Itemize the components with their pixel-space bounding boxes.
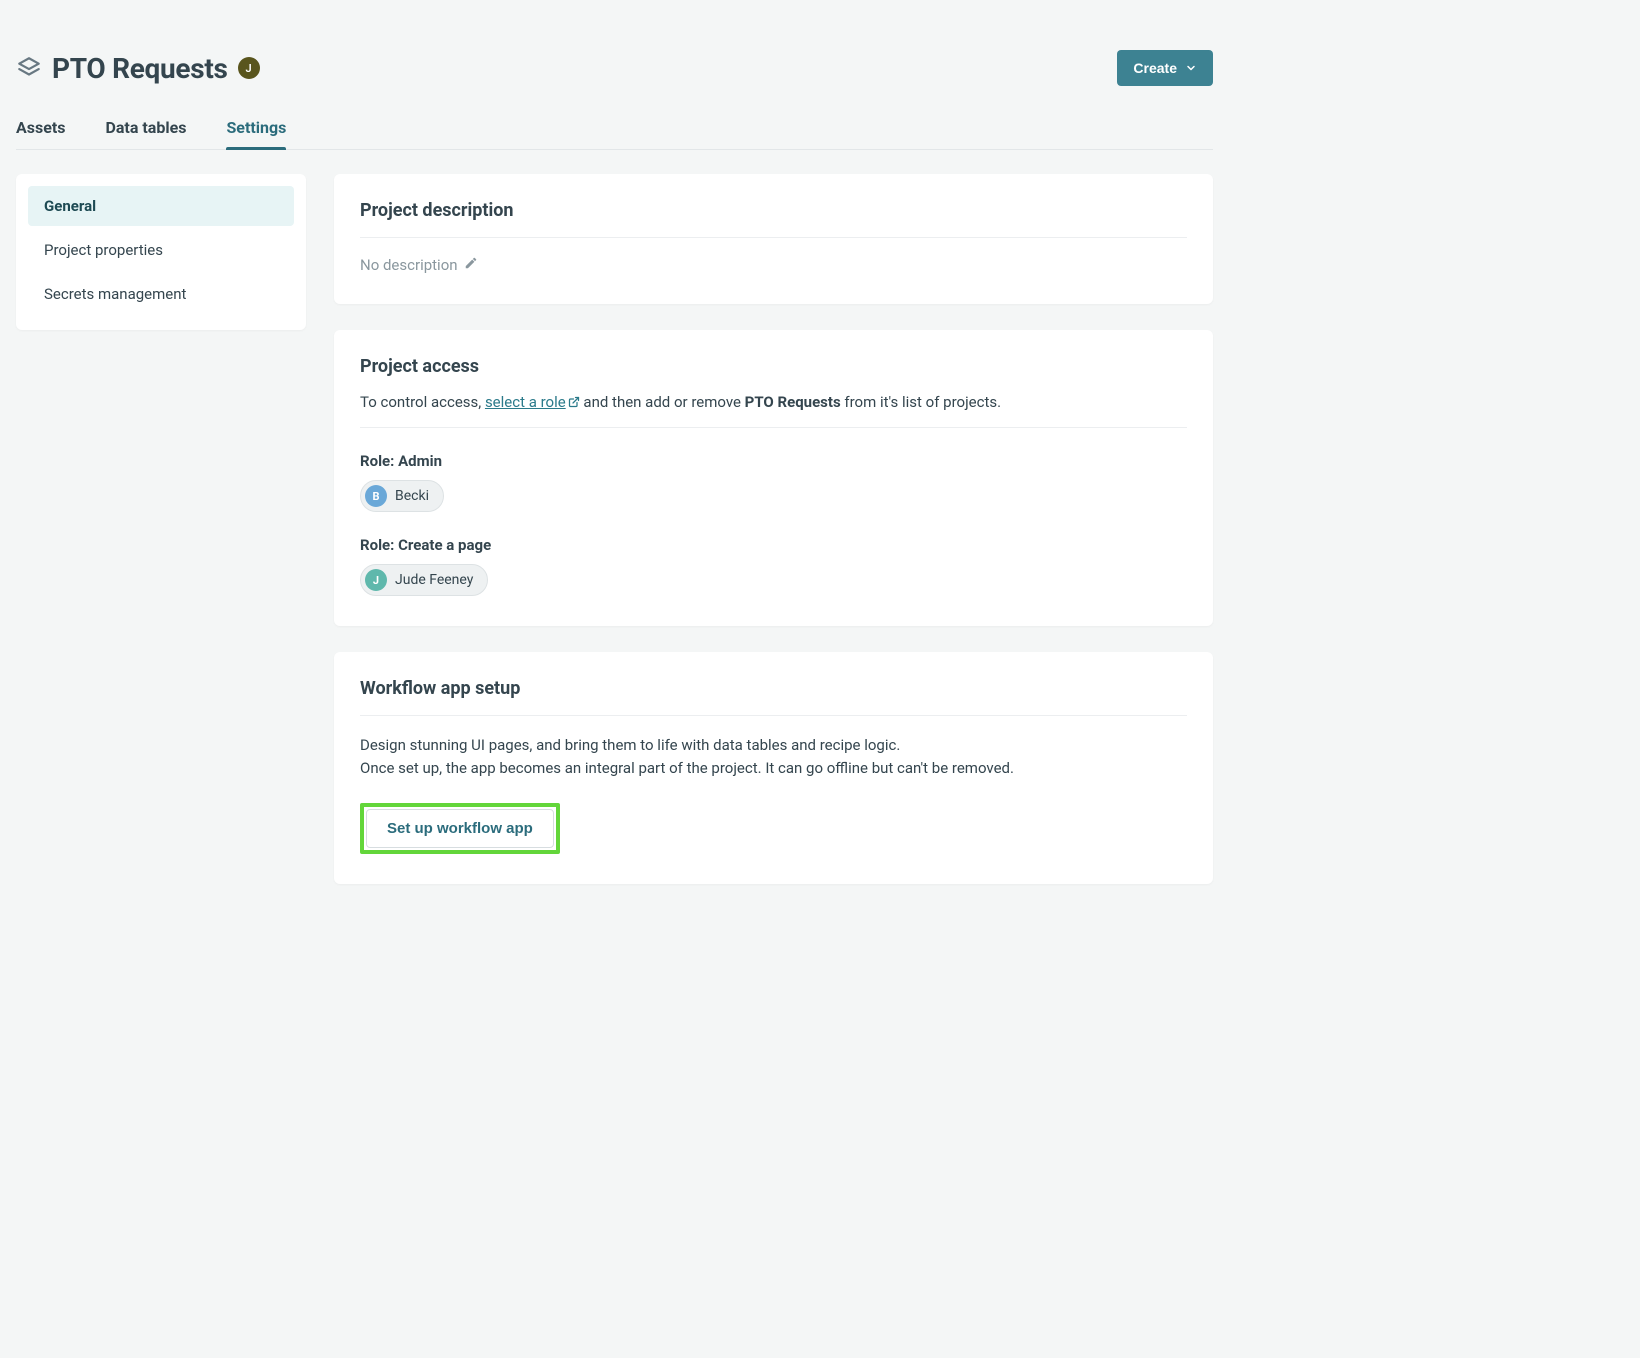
sidebar-item-secrets-management[interactable]: Secrets management [28,274,294,314]
tab-assets[interactable]: Assets [16,110,65,149]
role-title-admin: Role: Admin [360,452,1187,470]
avatar: J [365,569,387,591]
create-button-label: Create [1133,60,1177,76]
create-button[interactable]: Create [1117,50,1213,86]
workflow-app-card: Workflow app setup Design stunning UI pa… [334,652,1213,884]
setup-workflow-app-button[interactable]: Set up workflow app [366,809,554,848]
sidebar-item-project-properties[interactable]: Project properties [28,230,294,270]
user-chip[interactable]: J Jude Feeney [360,564,488,596]
empty-description-text: No description [360,256,458,274]
avatar: B [365,485,387,507]
highlight-frame: Set up workflow app [360,803,560,854]
user-name: Jude Feeney [395,572,473,588]
tab-data-tables[interactable]: Data tables [105,110,186,149]
tabs: Assets Data tables Settings [16,110,1213,150]
owner-avatar: J [238,57,260,79]
layers-icon [16,55,42,81]
access-description: To control access, select a role and the… [360,393,1187,411]
user-name: Becki [395,488,429,504]
user-chip[interactable]: B Becki [360,480,444,512]
tab-settings[interactable]: Settings [226,110,286,149]
chevron-down-icon [1185,62,1197,74]
card-heading: Workflow app setup [360,678,1187,715]
external-link-icon [568,396,580,408]
page-header: PTO Requests J Create [16,50,1213,110]
card-heading: Project access [360,356,1187,393]
select-role-link[interactable]: select a role [485,393,580,411]
card-heading: Project description [360,200,1187,237]
role-title-create-page: Role: Create a page [360,536,1187,554]
sidebar-item-general[interactable]: General [28,186,294,226]
workflow-description: Design stunning UI pages, and bring them… [360,734,1187,779]
page-title: PTO Requests [52,52,228,85]
project-description-card: Project description No description [334,174,1213,304]
pencil-icon[interactable] [464,256,478,274]
project-access-card: Project access To control access, select… [334,330,1213,626]
settings-sidebar: General Project properties Secrets manag… [16,174,306,330]
